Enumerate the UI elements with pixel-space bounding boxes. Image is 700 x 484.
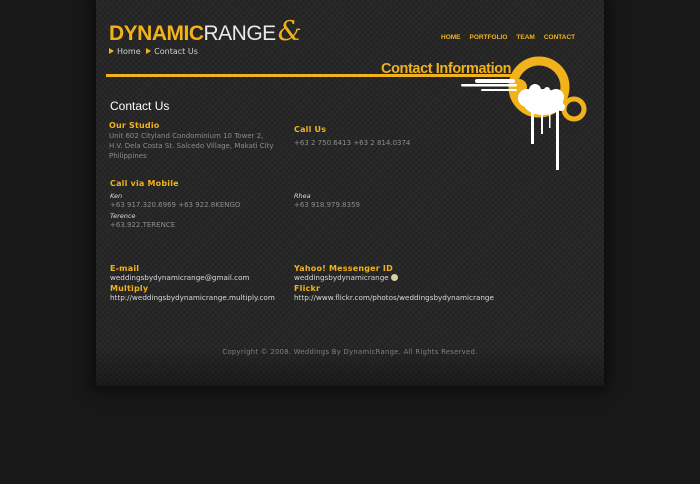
- contact-numbers: +63.922.TERENCE: [110, 221, 176, 229]
- main-nav: HOME PORTFOLIO TEAM CONTACT: [441, 34, 584, 41]
- contact-numbers: +63 917.320.6969 +63 922.8KENGO: [110, 201, 241, 209]
- nav-team[interactable]: TEAM: [516, 34, 534, 41]
- mobile-terence: Terence +63.922.TERENCE: [110, 212, 175, 230]
- yahoo-section: Yahoo! Messenger ID weddingsbydynamicran…: [294, 264, 398, 282]
- section-title-studio: Our Studio: [109, 121, 160, 130]
- page-title: Contact Us: [110, 99, 170, 113]
- arrow-right-icon: [109, 48, 114, 54]
- flickr-link[interactable]: http://www.flickr.com/photos/weddingsbyd…: [294, 293, 494, 302]
- arrow-right-icon: [146, 48, 152, 54]
- contact-name: Ken: [110, 192, 123, 200]
- studio-address-line: H.V. Dela Costa St. Salcedo Village, Mak…: [109, 142, 274, 150]
- email-section: E-mail weddingsbydynamicrange@gmail.com: [110, 264, 250, 282]
- email-link[interactable]: weddingsbydynamicrange@gmail.com: [110, 273, 250, 282]
- studio-address-line: Philippines: [109, 152, 147, 160]
- site-logo[interactable]: DYNAMICRANGE&: [109, 18, 302, 47]
- contact-name: Rhea: [294, 192, 311, 200]
- call-section: Call Us +63 2 750.6413 +63 2 814.0374: [294, 125, 410, 148]
- studio-address-line: Unit 602 Cityland Condominium 10 Tower 2…: [109, 132, 264, 140]
- multiply-section: Multiply http://weddingsbydynamicrange.m…: [110, 284, 275, 302]
- mobile-rhea: Rhea +63 918.979.8359: [294, 192, 360, 210]
- section-title-email: E-mail: [110, 264, 140, 273]
- page-container: DYNAMICRANGE& Home Contact Us HOME PORTFO…: [96, 0, 604, 386]
- nav-portfolio[interactable]: PORTFOLIO: [470, 34, 508, 41]
- section-title-flickr: Flickr: [294, 284, 321, 293]
- footer-copyright: Copyright © 2008. Weddings By DynamicRan…: [222, 348, 478, 356]
- splash-decoration-graphic: [461, 56, 587, 170]
- call-numbers: +63 2 750.6413 +63 2 814.0374: [294, 139, 411, 147]
- contact-name: Terence: [110, 212, 136, 220]
- breadcrumb-home[interactable]: Home: [117, 47, 141, 56]
- multiply-link[interactable]: http://weddingsbydynamicrange.multiply.c…: [110, 293, 275, 302]
- nav-contact[interactable]: CONTACT: [544, 34, 575, 41]
- yahoo-id: weddingsbydynamicrange: [294, 273, 389, 282]
- studio-section: Our Studio Unit 602 Cityland Condominium…: [109, 121, 274, 161]
- section-title-call: Call Us: [294, 125, 327, 134]
- smiley-icon: [390, 274, 398, 281]
- contact-numbers: +63 918.979.8359: [294, 201, 360, 209]
- section-title-multiply: Multiply: [110, 284, 149, 293]
- section-title-yahoo: Yahoo! Messenger ID: [294, 264, 393, 273]
- nav-home[interactable]: HOME: [441, 34, 461, 41]
- breadcrumb: Home Contact Us: [109, 46, 198, 58]
- flickr-section: Flickr http://www.flickr.com/photos/wedd…: [294, 284, 494, 302]
- breadcrumb-current: Contact Us: [154, 47, 198, 56]
- mobile-ken: Ken +63 917.320.6969 +63 922.8KENGO: [110, 192, 240, 210]
- section-title-mobile: Call via Mobile: [110, 179, 179, 188]
